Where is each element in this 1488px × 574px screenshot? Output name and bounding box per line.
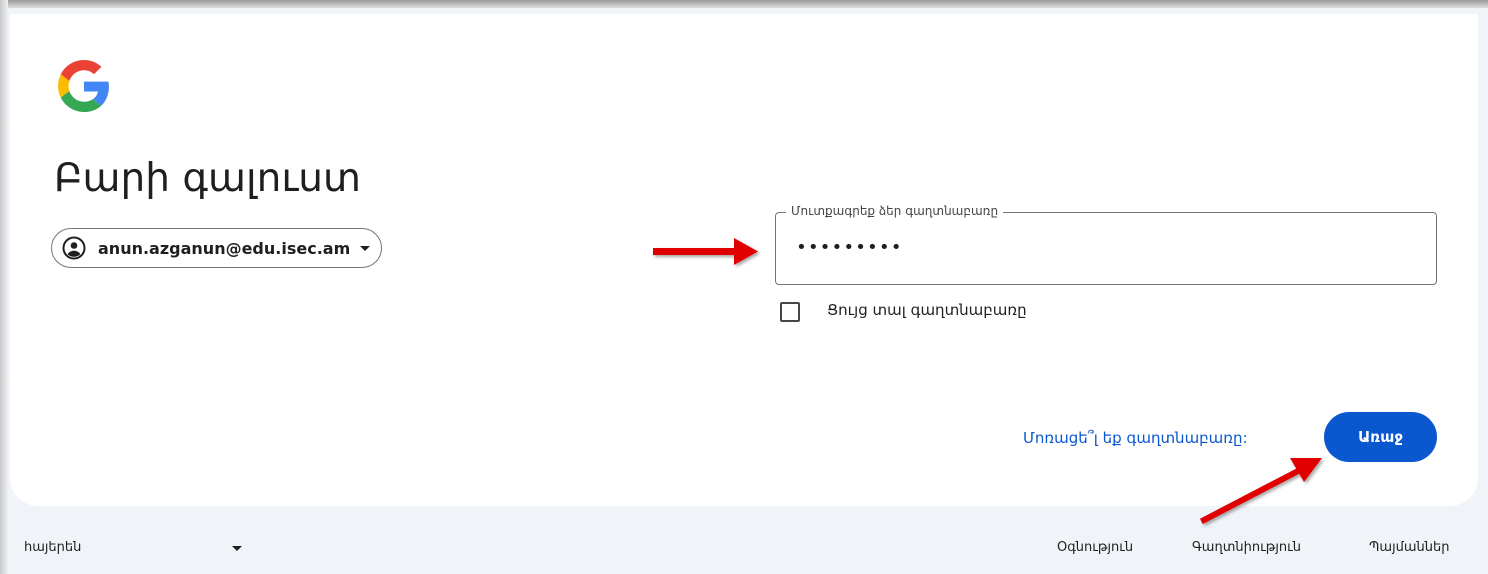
footer-privacy-link[interactable]: Գաղտնիություն	[1192, 540, 1301, 555]
next-button[interactable]: Առաջ	[1324, 412, 1437, 462]
google-g-logo-icon	[58, 60, 109, 112]
window-left-shadow	[0, 0, 8, 574]
language-caret-down-icon[interactable]	[232, 546, 242, 551]
account-circle-icon	[62, 236, 86, 260]
language-selector[interactable]: հայերեն	[24, 540, 81, 555]
caret-down-icon	[360, 245, 371, 251]
account-email: anun.azganun@edu.isec.am	[98, 238, 351, 258]
page-title: Բարի գալուստ	[54, 156, 361, 201]
show-password-label[interactable]: Ցույց տալ գաղտնաբառը	[827, 301, 1027, 319]
window-top-shadow	[0, 0, 1488, 8]
password-label: Մուտքագրեք ձեր գաղտնաբառը	[786, 204, 1004, 218]
footer-terms-link[interactable]: Պայմաններ	[1369, 540, 1449, 555]
annotation-arrow-next-icon	[1199, 458, 1322, 525]
account-chooser-chip[interactable]: anun.azganun@edu.isec.am	[51, 228, 382, 268]
password-field[interactable]: Մուտքագրեք ձեր գաղտնաբառը •••••••••	[775, 204, 1437, 285]
show-password-checkbox[interactable]	[780, 302, 800, 322]
annotation-arrow-password-icon	[653, 238, 758, 265]
footer-help-link[interactable]: Օգնություն	[1057, 540, 1133, 555]
password-input-value[interactable]: •••••••••	[796, 237, 903, 258]
